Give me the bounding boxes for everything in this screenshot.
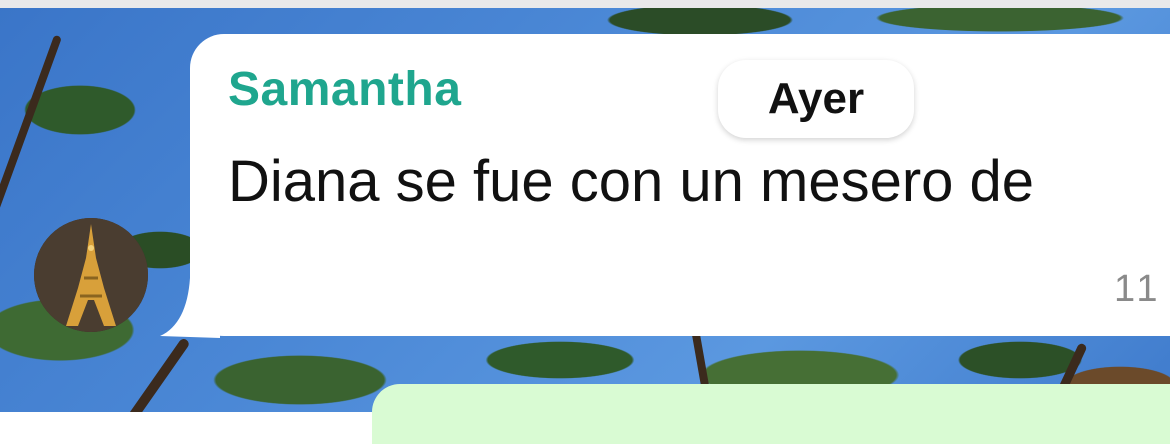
eiffel-tower-photo-icon: [34, 218, 148, 332]
sender-name[interactable]: Samantha: [228, 62, 461, 117]
avatar[interactable]: [34, 218, 148, 332]
date-separator-label: Ayer: [767, 74, 865, 123]
date-separator: Ayer: [718, 60, 914, 138]
top-edge-strip: [0, 0, 1170, 8]
outgoing-message-bubble[interactable]: [372, 384, 1170, 444]
message-time: 11: [1114, 268, 1162, 310]
message-text: Diana se fue con un mesero de: [228, 149, 1035, 214]
